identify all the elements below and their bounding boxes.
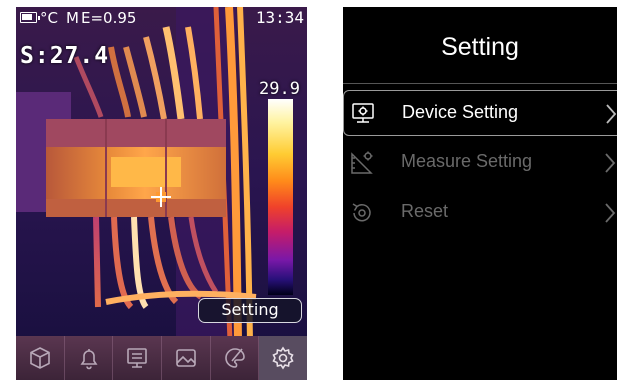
image-icon [176,349,196,367]
toolbar-button-cube[interactable] [16,336,65,380]
palette-icon [224,348,245,368]
monitor-icon [127,348,147,368]
toolbar-button-settings[interactable] [259,336,307,380]
scale-max-temperature: 29.9 [259,79,300,99]
menu-item-reset[interactable]: Reset [343,190,617,236]
status-bar: °C M E=0.95 13:34 [16,7,307,29]
thermal-camera-screen: °C M E=0.95 13:34 S:27.4 29.9 Setting [16,7,307,380]
chevron-right-icon [606,104,617,124]
toolbar-button-display[interactable] [113,336,163,380]
setting-tooltip: Setting [198,298,302,323]
clock: 13:34 [255,8,304,27]
spot-temperature: S:27.4 [20,43,110,69]
toolbar-button-gallery[interactable] [162,336,211,380]
chevron-right-icon [605,153,616,173]
chevron-right-icon [605,203,616,223]
color-scale-bar [268,99,293,295]
bell-icon [80,349,97,370]
menu-title: Setting [441,33,519,61]
title-divider [343,83,617,84]
device-monitor-icon [352,103,374,123]
battery-icon [20,12,40,23]
toolbar-button-alarm[interactable] [65,336,114,380]
measure-mode: M [66,9,79,27]
toolbar-button-palette[interactable] [211,336,260,380]
reset-icon [352,203,371,222]
cube-icon [30,347,50,369]
measure-icon [351,151,373,174]
menu-item-label: Reset [401,201,449,221]
gear-icon [272,346,294,370]
menu-item-device-setting[interactable]: Device Setting [343,90,617,136]
menu-item-label: Measure Setting [401,151,533,171]
settings-menu-screen: Setting Device Setting Measure Setting R… [343,7,617,380]
menu-item-measure-setting[interactable]: Measure Setting [343,140,617,186]
menu-item-label: Device Setting [402,102,519,122]
temperature-unit: °C [40,9,58,27]
crosshair-icon [151,187,171,207]
bottom-toolbar [16,336,307,380]
emissivity-value: E=0.95 [81,9,137,27]
